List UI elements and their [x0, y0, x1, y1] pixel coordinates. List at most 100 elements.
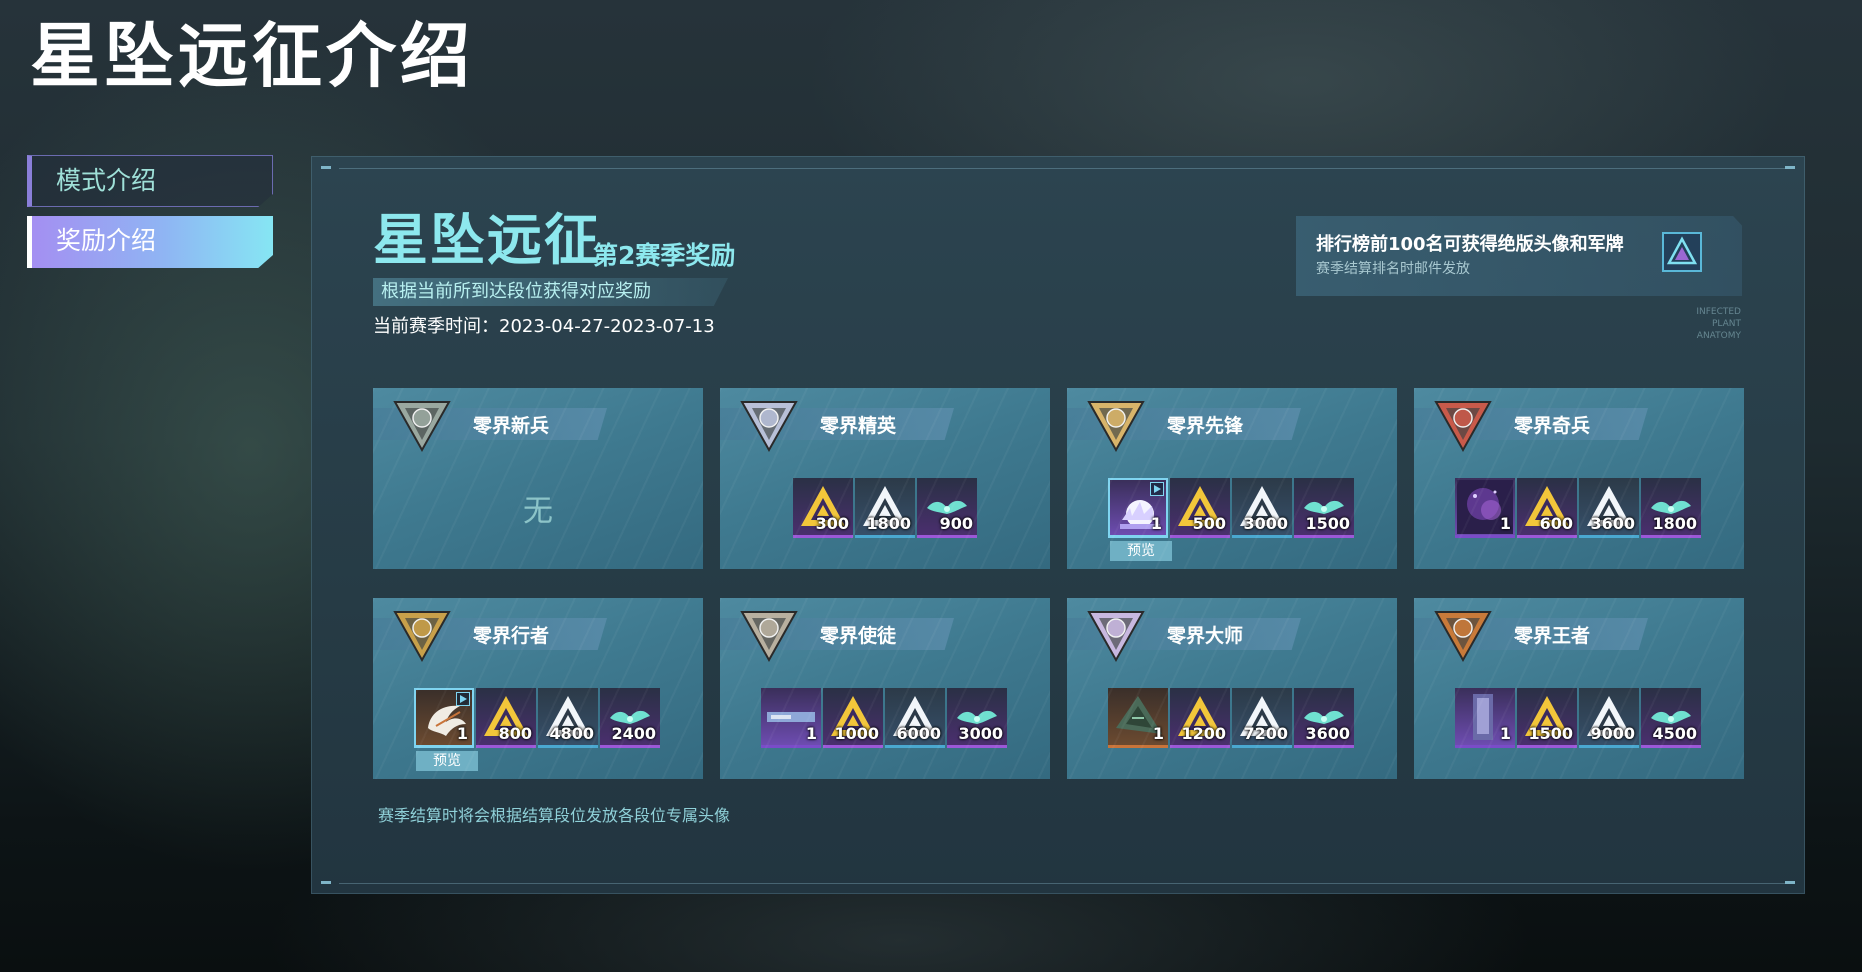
reward-row: 1 1500 9000 4500: [1455, 688, 1701, 748]
tier-badge-icon: [1432, 394, 1494, 454]
tier-card: 零界奇兵 1 600 3600 1800: [1414, 388, 1744, 569]
reward-item-white-triangle[interactable]: 1800: [855, 478, 915, 538]
tier-badge-icon: [391, 394, 453, 454]
reward-item-explosion-avatar[interactable]: 1 预览: [1108, 478, 1172, 561]
tier-badge-icon: [391, 604, 453, 664]
reward-item-crystal-card[interactable]: 1: [1455, 688, 1515, 748]
reward-item-cyan-wing[interactable]: 1800: [1641, 478, 1701, 538]
reward-item-cyan-wing[interactable]: 1500: [1294, 478, 1354, 538]
reward-item-gold-triangle[interactable]: 1500: [1517, 688, 1577, 748]
reward-count: 2400: [611, 724, 656, 743]
leaderboard-banner[interactable]: 排行榜前100名可获得绝版头像和军牌 赛季结算排名时邮件发放: [1296, 216, 1742, 296]
season-time: 当前赛季时间：2023-04-27-2023-07-13: [373, 316, 715, 337]
reward-item-white-triangle[interactable]: 9000: [1579, 688, 1639, 748]
reward-item-white-triangle[interactable]: 6000: [885, 688, 945, 748]
nav-item-reward-intro[interactable]: 奖励介绍: [27, 216, 273, 268]
reward-item-claw-avatar[interactable]: 1 预览: [414, 688, 478, 771]
reward-row: 300 1800 900: [793, 478, 977, 538]
reward-count: 3000: [958, 724, 1003, 743]
reward-count: 9000: [1590, 724, 1635, 743]
reward-count: 500: [1192, 514, 1226, 533]
season-hint: 根据当前所到达段位获得对应奖励: [373, 278, 728, 306]
reward-count: 4500: [1652, 724, 1697, 743]
reward-count: 3600: [1305, 724, 1350, 743]
tier-card: 零界王者 1 1500 9000 4500: [1414, 598, 1744, 779]
preview-button[interactable]: 预览: [416, 751, 478, 771]
reward-count: 1: [456, 724, 468, 743]
reward-item-white-triangle[interactable]: 7200: [1232, 688, 1292, 748]
reward-item-green-triangle[interactable]: 1: [1108, 688, 1168, 748]
deco-text-line: PLANT: [1711, 319, 1741, 329]
reward-item-cyan-wing[interactable]: 2400: [600, 688, 660, 748]
reward-count: 900: [939, 514, 973, 533]
reward-row: 1 预览 500 3000 1500: [1108, 478, 1354, 561]
reward-item-gold-triangle[interactable]: 1200: [1170, 688, 1230, 748]
reward-count: 1500: [1305, 514, 1350, 533]
tier-name: 零界王者: [1514, 625, 1591, 647]
preview-button[interactable]: 预览: [1110, 541, 1172, 561]
tier-badge-icon: [738, 394, 800, 454]
triangle-medal-icon[interactable]: [1662, 232, 1702, 272]
tier-card: 零界大师 1 1200 7200 3600: [1067, 598, 1397, 779]
reward-count: 3600: [1590, 514, 1635, 533]
reward-item-nebula-card[interactable]: 1: [1455, 478, 1515, 538]
reward-item-white-triangle[interactable]: 4800: [538, 688, 598, 748]
reward-count: 1: [1499, 724, 1511, 743]
tier-badge-icon: [1432, 604, 1494, 664]
tier-name: 零界大师: [1167, 625, 1244, 647]
reward-count: 6000: [896, 724, 941, 743]
reward-item-gold-triangle[interactable]: 500: [1170, 478, 1230, 538]
reward-row: 1 600 3600 1800: [1455, 478, 1701, 538]
tier-no-reward: 无: [523, 494, 553, 529]
tier-name: 零界奇兵: [1514, 415, 1591, 437]
nav-item-label: 奖励介绍: [56, 226, 157, 255]
reward-item-cyan-wing[interactable]: 3000: [947, 688, 1007, 748]
leaderboard-banner-title: 排行榜前100名可获得绝版头像和军牌: [1316, 234, 1624, 255]
reward-item-cyan-wing[interactable]: 900: [917, 478, 977, 538]
tier-badge-icon: [1085, 394, 1147, 454]
page-title: 星坠远征介绍: [30, 15, 474, 97]
tier-badge-icon: [1085, 604, 1147, 664]
season-title: 星坠远征: [373, 208, 602, 272]
reward-count: 1: [1152, 724, 1164, 743]
tier-name: 零界精英: [820, 415, 897, 437]
reward-count: 4800: [549, 724, 594, 743]
reward-item-white-triangle[interactable]: 3000: [1232, 478, 1292, 538]
reward-count: 1000: [834, 724, 879, 743]
reward-count: 3000: [1243, 514, 1288, 533]
reward-count: 1800: [1652, 514, 1697, 533]
deco-text-line: INFECTED: [1696, 307, 1741, 317]
reward-panel: 星坠远征 第2赛季奖励 根据当前所到达段位获得对应奖励 当前赛季时间：2023-…: [311, 156, 1805, 894]
tier-name: 零界使徒: [820, 625, 897, 647]
reward-count: 1500: [1528, 724, 1573, 743]
tier-name: 零界先锋: [1167, 415, 1244, 437]
reward-item-gold-triangle[interactable]: 600: [1517, 478, 1577, 538]
reward-count: 1200: [1181, 724, 1226, 743]
reward-row: 1 1000 6000 3000: [761, 688, 1007, 748]
reward-row: 1 1200 7200 3600: [1108, 688, 1354, 748]
leaderboard-banner-subtitle: 赛季结算排名时邮件发放: [1316, 261, 1470, 277]
reward-item-white-triangle[interactable]: 3600: [1579, 478, 1639, 538]
reward-item-nameplate[interactable]: 1: [761, 688, 821, 748]
nav-item-label: 模式介绍: [56, 166, 157, 195]
nav-item-mode-intro[interactable]: 模式介绍: [27, 155, 273, 207]
reward-item-gold-triangle[interactable]: 1000: [823, 688, 883, 748]
tier-card: 零界使徒 1 1000 6000 3000: [720, 598, 1050, 779]
deco-text: INFECTED PLANT ANATOMY: [1696, 306, 1741, 342]
play-icon[interactable]: [1150, 482, 1164, 496]
tier-card: 零界新兵无: [373, 388, 703, 569]
tier-card: 零界先锋 1 预览 500 3000 1500: [1067, 388, 1397, 569]
deco-text-line: ANATOMY: [1696, 331, 1741, 341]
reward-item-cyan-wing[interactable]: 3600: [1294, 688, 1354, 748]
reward-row: 1 预览 800 4800 2400: [414, 688, 660, 771]
reward-item-cyan-wing[interactable]: 4500: [1641, 688, 1701, 748]
reward-item-gold-triangle[interactable]: 300: [793, 478, 853, 538]
season-subtitle: 第2赛季奖励: [593, 241, 736, 270]
reward-item-gold-triangle[interactable]: 800: [476, 688, 536, 748]
tier-name: 零界行者: [473, 625, 550, 647]
reward-count: 600: [1539, 514, 1573, 533]
tier-badge-icon: [738, 604, 800, 664]
corner-mark: [1785, 166, 1795, 169]
reward-count: 7200: [1243, 724, 1288, 743]
play-icon[interactable]: [456, 692, 470, 706]
